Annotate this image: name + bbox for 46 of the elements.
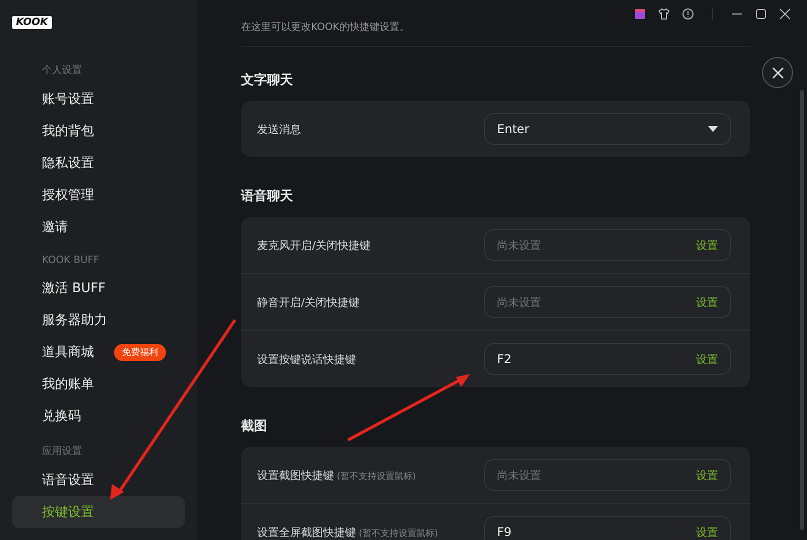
promo-badge: 免费福利 bbox=[114, 344, 166, 360]
section-title: 截图 bbox=[241, 418, 268, 435]
shortcut-field[interactable]: F2 设置 bbox=[484, 343, 731, 375]
sidebar-item[interactable]: 邀请 bbox=[12, 211, 185, 243]
close-button[interactable] bbox=[762, 57, 793, 88]
sidebar-item[interactable]: 语音设置 bbox=[12, 464, 185, 496]
close-icon[interactable] bbox=[779, 8, 791, 20]
row-label: 发送消息 bbox=[257, 122, 301, 136]
sidebar-item[interactable]: 我的背包 bbox=[12, 115, 185, 147]
sidebar-group-label: KOOK BUFF bbox=[41, 255, 100, 266]
sidebar-item[interactable]: 账号设置 bbox=[12, 83, 185, 115]
sidebar-item[interactable]: 授权管理 bbox=[12, 179, 185, 211]
row-label: 静音开启/关闭快捷键 bbox=[257, 294, 360, 310]
row-label: 设置按键说话快捷键 bbox=[257, 352, 356, 366]
sidebar-item[interactable]: 道具商城 免费福利 bbox=[12, 336, 185, 368]
shortcut-field[interactable]: 尚未设置 设置 bbox=[484, 459, 731, 491]
close-icon bbox=[772, 66, 784, 78]
sidebar-item[interactable]: 激活 BUFF bbox=[12, 272, 185, 304]
help-icon[interactable] bbox=[682, 8, 694, 20]
description-text: 在这里可以更改KOOK的快捷键设置。 bbox=[241, 20, 750, 47]
sidebar-group-label: 个人设置 bbox=[41, 64, 83, 77]
shortcut-field[interactable]: F9 设置 bbox=[484, 516, 731, 540]
set-link[interactable]: 设置 bbox=[696, 352, 718, 366]
caret-icon bbox=[708, 126, 718, 132]
sidebar-item[interactable]: 兑换码 bbox=[12, 400, 185, 432]
set-link[interactable]: 设置 bbox=[696, 524, 718, 540]
select-dropdown[interactable]: Enter bbox=[484, 113, 731, 145]
set-link[interactable]: 设置 bbox=[696, 294, 718, 310]
row-label: 麦克风开启/关闭快捷键 bbox=[257, 238, 371, 252]
sidebar-group-label: 应用设置 bbox=[41, 444, 83, 458]
shortcut-field[interactable]: 尚未设置 设置 bbox=[484, 286, 731, 318]
section-title: 语音聊天 bbox=[241, 188, 294, 205]
set-link[interactable]: 设置 bbox=[696, 238, 718, 252]
app-logo: KOOK bbox=[12, 16, 52, 29]
set-link[interactable]: 设置 bbox=[696, 468, 718, 482]
row-label: 设置截图快捷键 (暂不支持设置鼠标) bbox=[257, 468, 416, 482]
sidebar-item[interactable]: 我的账单 bbox=[12, 368, 185, 400]
sidebar-item[interactable]: 按键设置 bbox=[12, 496, 185, 528]
sidebar-item[interactable]: 服务器助力 bbox=[12, 304, 185, 336]
row-label: 设置全屏截图快捷键 (暂不支持设置鼠标) bbox=[257, 524, 438, 540]
scrollbar[interactable] bbox=[800, 90, 804, 530]
shortcut-field[interactable]: 尚未设置 设置 bbox=[484, 229, 731, 261]
shirt-icon[interactable] bbox=[658, 8, 670, 20]
section-title: 文字聊天 bbox=[241, 72, 294, 89]
maximize-icon[interactable] bbox=[755, 8, 767, 20]
sidebar-item[interactable]: 隐私设置 bbox=[12, 147, 185, 179]
